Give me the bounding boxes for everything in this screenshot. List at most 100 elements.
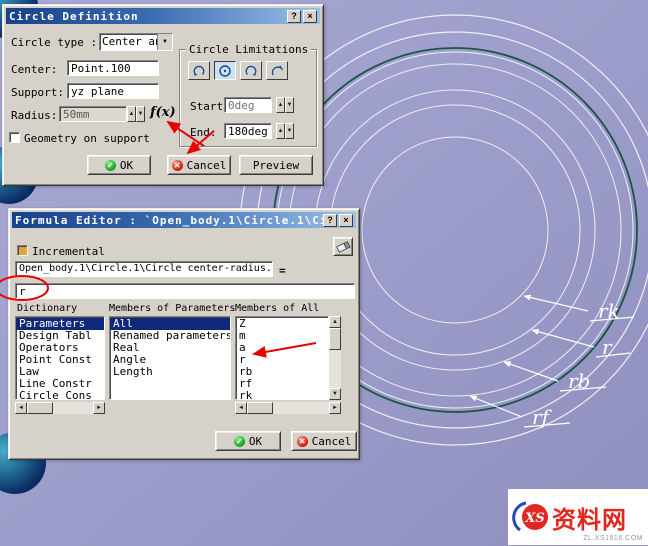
chevron-down-icon[interactable]: ▼: [157, 34, 172, 50]
list-item[interactable]: All: [110, 318, 230, 330]
label-rf: rf: [532, 405, 553, 429]
list-item[interactable]: Angle: [110, 354, 230, 366]
list-item[interactable]: Line Constr: [16, 378, 104, 390]
arc-ccw-button[interactable]: [188, 61, 210, 80]
scrollbar-track[interactable]: [329, 350, 341, 388]
label-rk: rk: [598, 299, 620, 323]
start-spinner[interactable]: ▲ ▼: [276, 97, 294, 113]
end-spinner[interactable]: ▲ ▼: [276, 123, 294, 139]
scrollbar-thumb[interactable]: [329, 328, 341, 350]
members-of-all-list[interactable]: Zmarrbrfrk: [235, 316, 329, 400]
center-label: Center:: [11, 63, 57, 76]
support-field[interactable]: yz plane: [67, 83, 159, 99]
list-item[interactable]: Law: [16, 366, 104, 378]
cancel-button-label: Cancel: [187, 159, 227, 172]
scroll-down-icon[interactable]: ▼: [329, 388, 341, 400]
list-item[interactable]: Real: [110, 342, 230, 354]
cancel-button[interactable]: ✕ Cancel: [291, 431, 357, 451]
circle-limitations-group: Circle Limitations Start: 0deg ▲ ▼ End: …: [179, 49, 317, 147]
arc-ccw-icon: [192, 64, 206, 78]
list-item[interactable]: rk: [236, 390, 328, 400]
scrollbar-track[interactable]: [273, 402, 329, 414]
spin-up-icon[interactable]: ▲: [276, 97, 285, 113]
circle-definition-titlebar[interactable]: Circle Definition ? ×: [6, 8, 320, 24]
scroll-left-icon[interactable]: ◄: [15, 402, 27, 414]
members-of-all-horizontal-scrollbar[interactable]: ◄ ►: [235, 402, 341, 414]
ok-button[interactable]: ✓ OK: [87, 155, 151, 175]
circle-type-label: Circle type :: [11, 36, 97, 49]
trim-arc-button[interactable]: [266, 61, 288, 80]
preview-button-label: Preview: [253, 159, 299, 172]
radius-field[interactable]: 50mm: [59, 106, 127, 122]
arc-cw-icon: [244, 64, 258, 78]
end-field[interactable]: 180deg: [224, 123, 272, 139]
expression-input[interactable]: r: [15, 283, 355, 299]
help-icon[interactable]: ?: [287, 10, 301, 23]
spin-down-icon[interactable]: ▼: [285, 97, 294, 113]
geometry-on-support-checkbox[interactable]: [9, 132, 20, 143]
preview-button[interactable]: Preview: [239, 155, 313, 175]
watermark-brand: 资料网: [552, 500, 627, 535]
watermark-url: ZL.XS1616.COM: [583, 535, 643, 542]
catia-workspace: rk r rb rf Circle Definition ? × Circle …: [0, 0, 648, 546]
scroll-up-icon[interactable]: ▲: [329, 316, 341, 328]
members-of-all-vertical-scrollbar[interactable]: ▲ ▼: [329, 316, 341, 400]
scroll-right-icon[interactable]: ►: [329, 402, 341, 414]
radius-label: Radius:: [11, 109, 57, 122]
list-item[interactable]: rb: [236, 366, 328, 378]
radius-labels: rk r rb rf: [532, 299, 620, 429]
formula-editor-dialog: Formula Editor : `Open_body.1\Circle.1\C…: [8, 208, 360, 460]
watermark-logo-icon: XS: [512, 497, 552, 537]
list-item[interactable]: r: [236, 354, 328, 366]
dictionary-horizontal-scrollbar[interactable]: ◄ ►: [15, 402, 105, 414]
list-item[interactable]: Circle Cons: [16, 390, 104, 400]
scrollbar-thumb[interactable]: [27, 402, 53, 414]
list-item[interactable]: Point Const: [16, 354, 104, 366]
circle-type-select[interactable]: Center and ▼: [99, 33, 173, 51]
eraser-icon: [336, 240, 351, 253]
ok-icon: ✓: [105, 160, 116, 171]
members-of-parameters-header: Members of Parameters: [109, 303, 235, 314]
end-label: End:: [190, 126, 217, 139]
list-item[interactable]: Renamed parameters: [110, 330, 230, 342]
cancel-icon: ✕: [172, 160, 183, 171]
list-item[interactable]: rf: [236, 378, 328, 390]
equals-sign: =: [279, 264, 286, 277]
list-item[interactable]: Z: [236, 318, 328, 330]
dialog-title: Circle Definition: [9, 10, 139, 23]
close-icon[interactable]: ×: [339, 214, 353, 227]
formula-fx-icon[interactable]: f(x): [150, 105, 176, 120]
cancel-button[interactable]: ✕ Cancel: [167, 155, 231, 175]
erase-button[interactable]: [333, 237, 353, 256]
arc-cw-button[interactable]: [240, 61, 262, 80]
spin-down-icon[interactable]: ▼: [285, 123, 294, 139]
watermark-logo-text: XS: [524, 511, 544, 526]
center-field[interactable]: Point.100: [67, 60, 159, 76]
list-item[interactable]: a: [236, 342, 328, 354]
incremental-checkbox[interactable]: [17, 245, 28, 256]
ok-button[interactable]: ✓ OK: [215, 431, 281, 451]
help-icon[interactable]: ?: [323, 214, 337, 227]
scroll-left-icon[interactable]: ◄: [235, 402, 247, 414]
spin-up-icon[interactable]: ▲: [127, 106, 136, 122]
radius-spinner[interactable]: ▲ ▼: [127, 106, 145, 122]
scrollbar-thumb[interactable]: [247, 402, 273, 414]
members-of-parameters-list[interactable]: AllRenamed parametersRealAngleLength: [109, 316, 231, 400]
start-field[interactable]: 0deg: [224, 97, 272, 113]
list-item[interactable]: Operators: [16, 342, 104, 354]
scroll-right-icon[interactable]: ►: [93, 402, 105, 414]
scrollbar-track[interactable]: [53, 402, 93, 414]
dialog-title: Formula Editor : `Open_body.1\Circle.1\C…: [15, 214, 323, 227]
ok-button-label: OK: [120, 159, 133, 172]
list-item[interactable]: m: [236, 330, 328, 342]
close-icon[interactable]: ×: [303, 10, 317, 23]
formula-editor-titlebar[interactable]: Formula Editor : `Open_body.1\Circle.1\C…: [12, 212, 356, 228]
spin-up-icon[interactable]: ▲: [276, 123, 285, 139]
list-item[interactable]: Length: [110, 366, 230, 378]
dictionary-list[interactable]: ParametersDesign TablOperatorsPoint Cons…: [15, 316, 105, 400]
list-item[interactable]: Parameters: [16, 318, 104, 330]
whole-circle-button[interactable]: [214, 61, 236, 80]
spin-down-icon[interactable]: ▼: [136, 106, 145, 122]
list-item[interactable]: Design Tabl: [16, 330, 104, 342]
geometry-on-support-label: Geometry on support: [24, 132, 150, 145]
